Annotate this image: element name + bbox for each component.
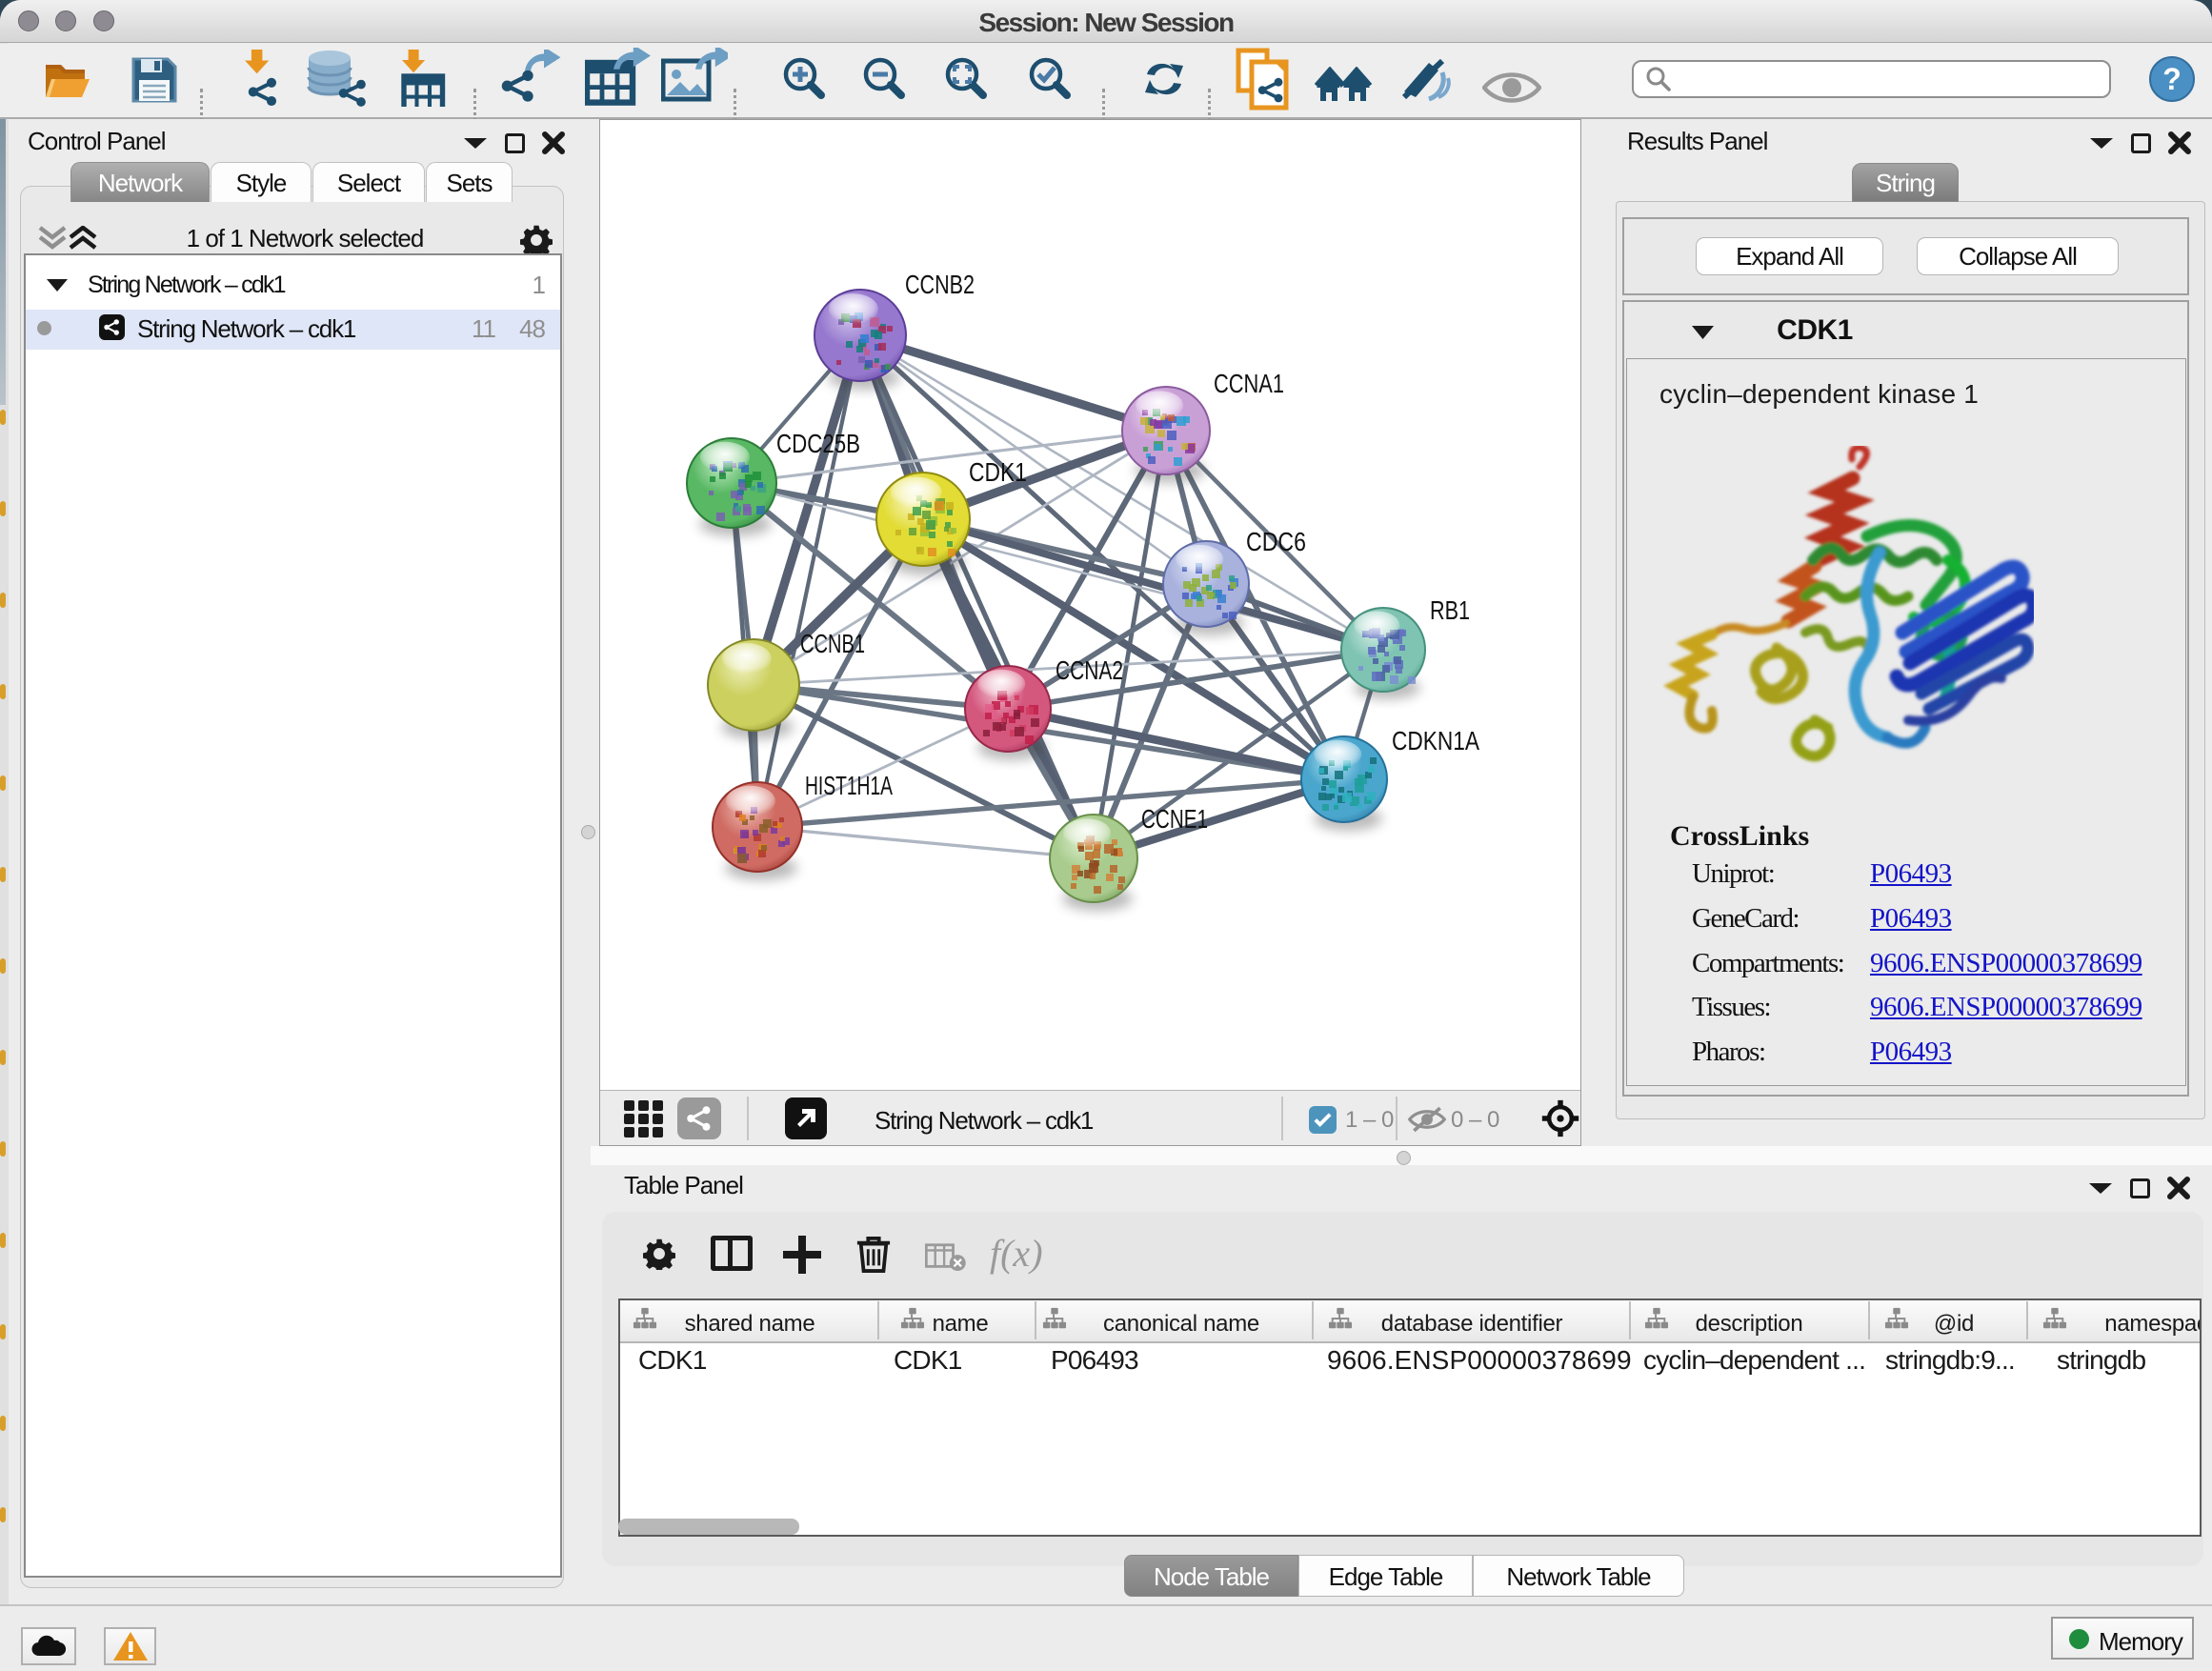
svg-text:CDC25B: CDC25B xyxy=(776,429,860,458)
svg-text:CCNB2: CCNB2 xyxy=(905,270,975,299)
svg-text:CDC6: CDC6 xyxy=(1246,527,1306,556)
svg-text:RB1: RB1 xyxy=(1430,595,1470,625)
svg-text:CDK1: CDK1 xyxy=(969,457,1027,487)
svg-text:CCNB1: CCNB1 xyxy=(800,629,865,658)
svg-text:CCNA2: CCNA2 xyxy=(1056,655,1123,685)
svg-text:?: ? xyxy=(2162,62,2182,96)
svg-text:CDKN1A: CDKN1A xyxy=(1392,726,1479,755)
svg-text:CCNE1: CCNE1 xyxy=(1141,804,1208,834)
svg-text:CCNA1: CCNA1 xyxy=(1214,369,1284,398)
svg-text:HIST1H1A: HIST1H1A xyxy=(805,771,893,800)
